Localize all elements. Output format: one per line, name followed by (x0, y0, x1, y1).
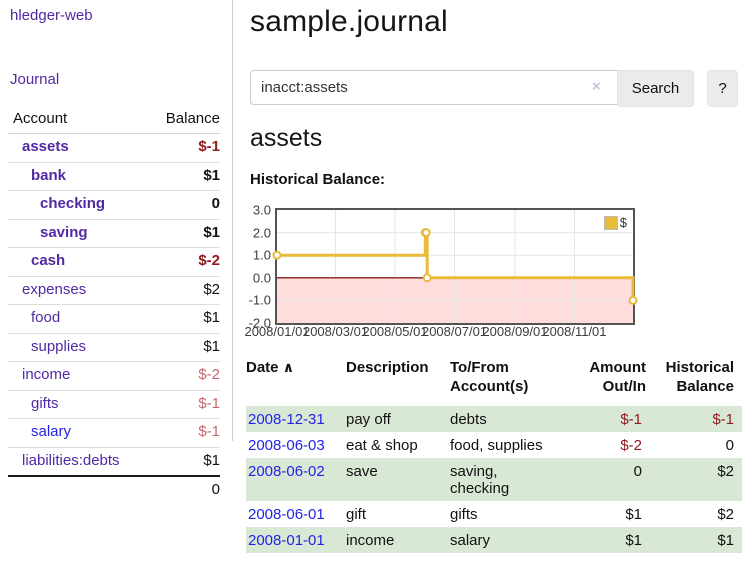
y-axis-tick-label: 0.0 (229, 270, 271, 285)
accounts-header: Account Balance (8, 106, 220, 134)
search-button[interactable]: Search (617, 70, 694, 107)
column-header-balance: Historical Balance (646, 358, 742, 406)
transaction-date-link[interactable]: 2008-06-02 (248, 463, 325, 480)
account-balance: $1 (203, 167, 220, 184)
account-link[interactable]: liabilities:debts (8, 452, 120, 469)
balance-chart: $ 3.02.01.00.0-1.0-2.02008/01/012008/03/… (0, 200, 742, 350)
register-table: Date ∧ Description To/From Account(s) Am… (246, 358, 742, 553)
transaction-balance: $2 (646, 501, 742, 527)
account-heading: assets (250, 124, 322, 153)
x-axis-tick-label: 2008/01/01 (244, 324, 309, 339)
register-row: 2008-06-01 gift gifts $1 $2 (246, 501, 742, 527)
transaction-amount: $1 (582, 501, 646, 527)
account-link[interactable]: bank (8, 167, 66, 184)
account-link[interactable]: income (8, 366, 70, 383)
transaction-amount: $1 (582, 527, 646, 553)
account-link[interactable]: gifts (8, 395, 59, 412)
accounts-header-balance: Balance (166, 110, 220, 127)
chart-canvas (277, 210, 633, 323)
data-point-marker (274, 252, 281, 259)
transaction-accounts: gifts (450, 501, 582, 527)
register-row: 2008-12-31 pay off debts $-1 $-1 (246, 406, 742, 432)
y-axis-tick-label: 1.0 (229, 248, 271, 263)
data-point-marker (423, 229, 430, 236)
chart-legend: $ (602, 214, 629, 231)
account-row: salary $-1 (8, 419, 220, 448)
y-axis-tick-label: 3.0 (229, 203, 271, 218)
x-axis-tick-label: 2008/03/01 (303, 324, 368, 339)
accounts-total-value: 0 (212, 481, 220, 503)
transaction-description: eat & shop (346, 432, 450, 458)
accounts-header-account: Account (8, 110, 67, 127)
account-balance: $-1 (198, 423, 220, 440)
transaction-accounts: salary (450, 527, 582, 553)
data-point-marker (630, 297, 637, 304)
account-balance: $-1 (198, 395, 220, 412)
data-point-marker (424, 274, 431, 281)
column-header-amount: Amount Out/In (582, 358, 646, 406)
column-header-accounts: To/From Account(s) (450, 358, 582, 406)
page-title: sample.journal (250, 0, 448, 44)
transaction-accounts: food, supplies (450, 432, 582, 458)
transaction-amount: $-2 (582, 432, 646, 458)
x-axis-tick-label: 2008/09/01 (482, 324, 547, 339)
transaction-balance: $-1 (646, 406, 742, 432)
account-row: gifts $-1 (8, 391, 220, 420)
chart-title-label: Historical Balance: (250, 171, 385, 188)
clear-search-icon[interactable]: × (592, 79, 601, 94)
account-link[interactable]: assets (8, 138, 69, 155)
account-link[interactable]: salary (8, 423, 71, 440)
account-balance: $-2 (198, 366, 220, 383)
account-row: bank $1 (8, 163, 220, 192)
transaction-amount: $-1 (582, 406, 646, 432)
transaction-description: income (346, 527, 450, 553)
register-row: 2008-06-02 save saving, checking 0 $2 (246, 458, 742, 501)
chart-plot-area: $ (275, 208, 635, 325)
account-row: assets $-1 (8, 134, 220, 163)
register-row: 2008-01-01 income salary $1 $1 (246, 527, 742, 553)
series-label: $ (620, 215, 627, 230)
register-rows: 2008-12-31 pay off debts $-1 $-1 2008-06… (246, 406, 742, 553)
account-balance: $-1 (198, 138, 220, 155)
hledger-web-page: hledger-web Journal Account Balance asse… (0, 0, 742, 582)
transaction-balance: $1 (646, 527, 742, 553)
x-axis-tick-label: 2008/05/01 (362, 324, 427, 339)
y-axis-tick-label: 2.0 (229, 225, 271, 240)
transaction-description: save (346, 458, 450, 501)
column-header-description: Description (346, 358, 450, 406)
transaction-balance: $2 (646, 458, 742, 501)
transaction-amount: 0 (582, 458, 646, 501)
transaction-description: gift (346, 501, 450, 527)
sort-ascending-icon: ∧ (283, 359, 293, 375)
y-axis-tick-label: -1.0 (229, 293, 271, 308)
account-row: income $-2 (8, 362, 220, 391)
transaction-date-link[interactable]: 2008-12-31 (248, 411, 325, 428)
transaction-balance: 0 (646, 432, 742, 458)
search-input[interactable] (250, 70, 622, 105)
register-header-row: Date ∧ Description To/From Account(s) Am… (246, 358, 742, 406)
accounts-total-row: 0 (8, 475, 220, 503)
account-balance: $1 (203, 452, 220, 469)
transaction-description: pay off (346, 406, 450, 432)
help-button[interactable]: ? (707, 70, 738, 107)
transaction-accounts: saving, checking (450, 458, 582, 501)
account-row: liabilities:debts $1 (8, 448, 220, 477)
x-axis-tick-label: 2008/07/01 (422, 324, 487, 339)
transaction-accounts: debts (450, 406, 582, 432)
x-axis-tick-label: 2008/11/01 (542, 324, 606, 339)
register-row: 2008-06-03 eat & shop food, supplies $-2… (246, 432, 742, 458)
transaction-date-link[interactable]: 2008-06-03 (248, 437, 325, 454)
transaction-date-link[interactable]: 2008-06-01 (248, 506, 325, 523)
column-header-date[interactable]: Date ∧ (246, 358, 346, 406)
sidebar-item-journal[interactable]: Journal (10, 71, 59, 88)
series-swatch-icon (604, 216, 618, 230)
brand-link[interactable]: hledger-web (10, 7, 93, 24)
transaction-date-link[interactable]: 2008-01-01 (248, 532, 325, 549)
